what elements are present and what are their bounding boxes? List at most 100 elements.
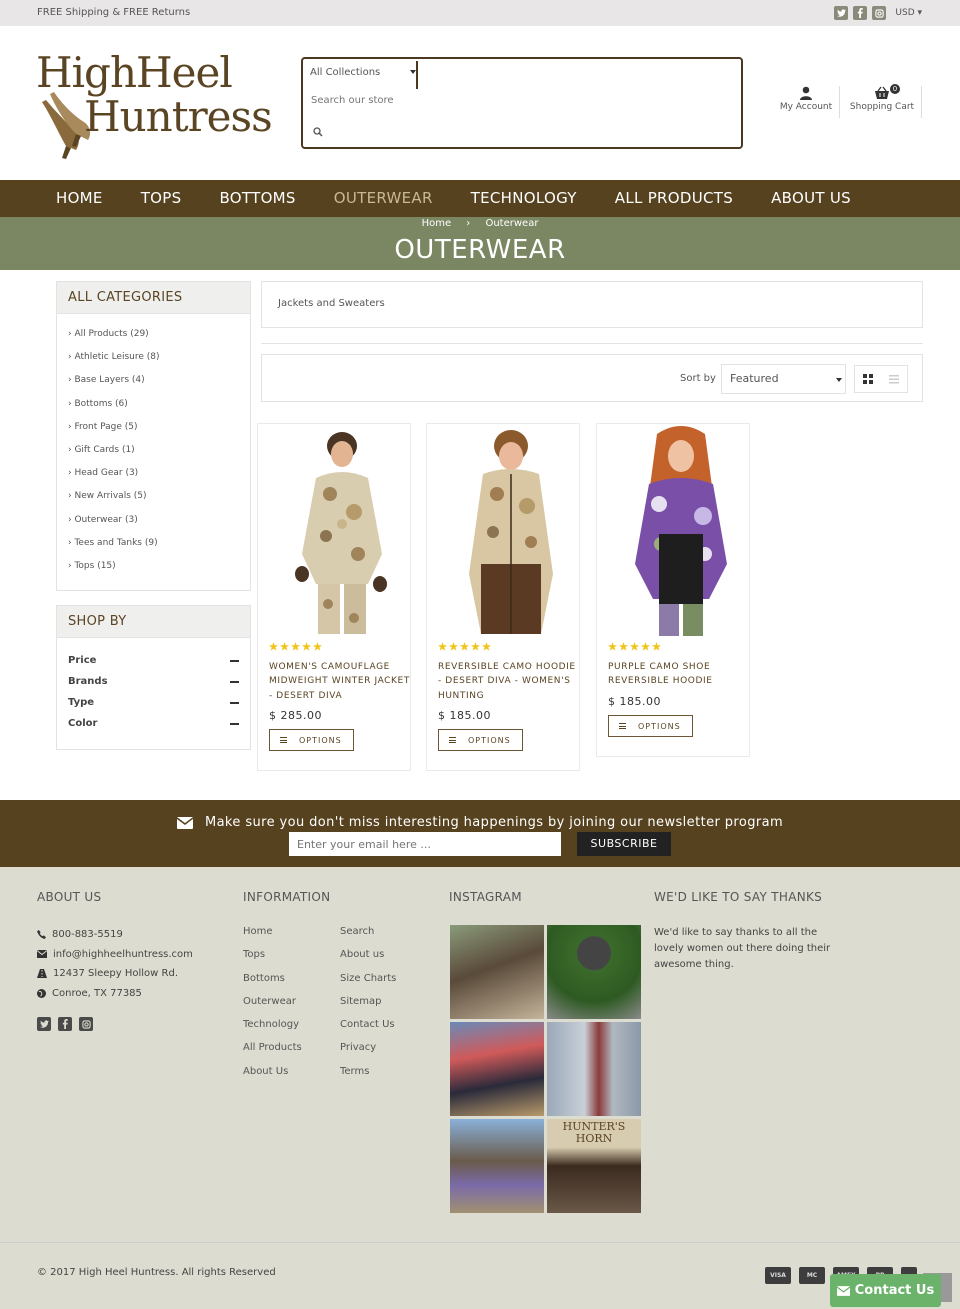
options-button[interactable]: OPTIONS: [608, 715, 693, 737]
product-title[interactable]: WOMEN'S CAMOUFLAGE MIDWEIGHT WINTER JACK…: [269, 660, 411, 703]
category-link[interactable]: › All Products (29): [68, 329, 239, 352]
product-image[interactable]: [427, 424, 579, 636]
star-icon: [619, 642, 628, 651]
collapse-icon[interactable]: [230, 702, 239, 704]
categories-panel: ALL CATEGORIES › All Products (29) › Ath…: [56, 281, 251, 591]
category-link[interactable]: › Gift Cards (1): [68, 445, 239, 468]
category-link[interactable]: › Base Layers (4): [68, 375, 239, 398]
collapse-icon[interactable]: [230, 723, 239, 725]
footer-link[interactable]: Outerwear: [243, 996, 302, 1019]
filter-brands[interactable]: Brands: [68, 676, 239, 697]
footer-link[interactable]: Home: [243, 926, 302, 949]
footer-about: ABOUT US 800-883-5519 info@highheelhuntr…: [37, 890, 193, 1031]
product-price: $ 185.00: [438, 709, 491, 722]
star-icon: [460, 642, 469, 651]
facebook-icon[interactable]: [853, 6, 868, 20]
footer-link[interactable]: About us: [340, 949, 396, 972]
footer-link[interactable]: About Us: [243, 1066, 302, 1089]
newsletter-text: Make sure you don't miss interesting hap…: [204, 815, 784, 830]
twitter-icon[interactable]: [37, 1017, 51, 1031]
my-account-link[interactable]: My Account: [776, 86, 836, 112]
footer-phone: 800-883-5519: [37, 925, 193, 945]
nav-all-products[interactable]: ALL PRODUCTS: [615, 189, 733, 207]
instagram-photo[interactable]: [450, 925, 544, 1019]
top-social-links: USD ▾: [834, 6, 922, 20]
sort-select[interactable]: Featured: [721, 364, 846, 394]
category-link[interactable]: › New Arrivals (5): [68, 491, 239, 514]
search-icon[interactable]: [313, 127, 323, 137]
footer-thanks-title: WE'D LIKE TO SAY THANKS: [654, 890, 823, 904]
page-title: OUTERWEAR: [394, 235, 566, 265]
filter-type[interactable]: Type: [68, 697, 239, 718]
twitter-icon[interactable]: [834, 6, 849, 20]
nav-bottoms[interactable]: BOTTOMS: [219, 189, 295, 207]
footer-link[interactable]: Terms: [340, 1066, 396, 1089]
product-price: $ 285.00: [269, 709, 322, 722]
phone-text: 800-883-5519: [52, 929, 123, 941]
nav-tops[interactable]: TOPS: [141, 189, 182, 207]
list-view-icon[interactable]: [881, 366, 907, 392]
category-link[interactable]: › Outerwear (3): [68, 515, 239, 538]
footer-link[interactable]: Search: [340, 926, 396, 949]
product-title[interactable]: PURPLE CAMO SHOE REVERSIBLE HOODIE: [608, 660, 750, 689]
category-link[interactable]: › Front Page (5): [68, 422, 239, 445]
category-link[interactable]: › Head Gear (3): [68, 468, 239, 491]
footer-link[interactable]: Size Charts: [340, 973, 396, 996]
instagram-icon[interactable]: [872, 6, 887, 20]
instagram-photo[interactable]: [450, 1119, 544, 1213]
options-button[interactable]: OPTIONS: [269, 729, 354, 751]
instagram-photo[interactable]: [450, 1022, 544, 1116]
instagram-photo[interactable]: [547, 1022, 641, 1116]
product-title[interactable]: REVERSIBLE CAMO HOODIE - DESERT DIVA - W…: [438, 660, 580, 703]
user-icon: [800, 86, 812, 100]
filter-price[interactable]: Price: [68, 655, 239, 676]
contact-us-button[interactable]: Contact Us: [830, 1274, 941, 1307]
grid-view-icon[interactable]: [855, 366, 881, 392]
filter-color[interactable]: Color: [68, 718, 239, 739]
category-link[interactable]: › Tops (15): [68, 561, 239, 584]
collapse-icon[interactable]: [230, 660, 239, 662]
nav-home[interactable]: HOME: [56, 189, 103, 207]
collection-select[interactable]: All Collections: [310, 67, 418, 78]
email-text[interactable]: info@highheelhuntress.com: [53, 949, 193, 960]
footer-link[interactable]: Contact Us: [340, 1019, 396, 1042]
divider: [261, 343, 923, 344]
newsletter-email-input[interactable]: [289, 832, 561, 856]
breadcrumb-home[interactable]: Home: [422, 218, 452, 229]
product-card[interactable]: WOMEN'S CAMOUFLAGE MIDWEIGHT WINTER JACK…: [257, 423, 411, 771]
facebook-icon[interactable]: [58, 1017, 72, 1031]
category-link[interactable]: › Bottoms (6): [68, 399, 239, 422]
footer-link[interactable]: Privacy: [340, 1042, 396, 1065]
breadcrumb-separator: ›: [466, 218, 471, 229]
instagram-photo[interactable]: HUNTER'S HORN: [547, 1119, 641, 1213]
nav-outerwear[interactable]: OUTERWEAR: [334, 189, 433, 207]
category-link[interactable]: › Athletic Leisure (8): [68, 352, 239, 375]
shopping-cart-link[interactable]: 0 Shopping Cart: [846, 84, 918, 112]
footer-link[interactable]: Bottoms: [243, 973, 302, 996]
filter-label: Brands: [68, 676, 108, 687]
instagram-photo[interactable]: [547, 925, 641, 1019]
nav-about-us[interactable]: ABOUT US: [771, 189, 851, 207]
instagram-icon[interactable]: [79, 1017, 93, 1031]
category-link[interactable]: › Tees and Tanks (9): [68, 538, 239, 561]
footer-link[interactable]: Tops: [243, 949, 302, 972]
nav-technology[interactable]: TECHNOLOGY: [471, 189, 577, 207]
subscribe-button[interactable]: SUBSCRIBE: [577, 832, 671, 856]
collapse-icon[interactable]: [230, 681, 239, 683]
site-logo[interactable]: HighHeel Huntress: [36, 44, 273, 162]
footer-link[interactable]: Technology: [243, 1019, 302, 1042]
footer-link[interactable]: Sitemap: [340, 996, 396, 1019]
footer-link[interactable]: All Products: [243, 1042, 302, 1065]
search-input[interactable]: [311, 95, 611, 106]
product-card[interactable]: REVERSIBLE CAMO HOODIE - DESERT DIVA - W…: [426, 423, 580, 771]
product-card[interactable]: PURPLE CAMO SHOE REVERSIBLE HOODIE $ 185…: [596, 423, 750, 757]
subcategory-link[interactable]: Jackets and Sweaters: [278, 298, 385, 309]
star-icon: [269, 642, 278, 651]
footer-social-links: [37, 1017, 193, 1031]
product-image[interactable]: [597, 424, 749, 636]
footer-links-right: Search About us Size Charts Sitemap Cont…: [340, 926, 396, 1089]
footer-links-left: Home Tops Bottoms Outerwear Technology A…: [243, 926, 302, 1089]
currency-selector[interactable]: USD ▾: [895, 8, 922, 18]
options-button[interactable]: OPTIONS: [438, 729, 523, 751]
product-image[interactable]: [258, 424, 410, 636]
